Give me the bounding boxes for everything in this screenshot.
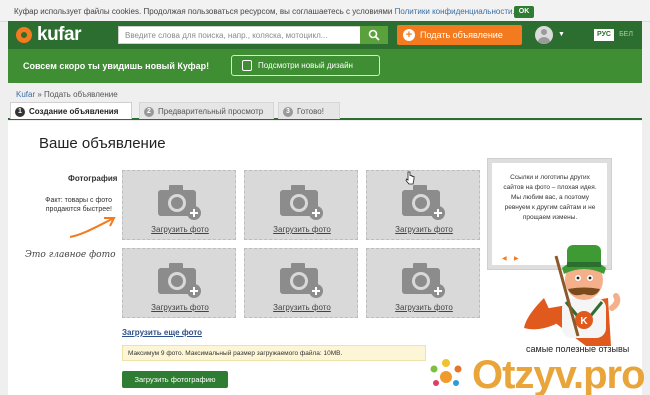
search-icon bbox=[368, 29, 380, 41]
step-create: 1 Создание объявления bbox=[10, 102, 132, 119]
photo-upload-slot[interactable]: Загрузить фото bbox=[244, 170, 358, 240]
tip-prev-button[interactable]: ◀ bbox=[502, 255, 507, 262]
photo-upload-slot[interactable]: Загрузить фото bbox=[366, 170, 480, 240]
step-number: 3 bbox=[283, 107, 293, 117]
main-photo-note: Это главное фото bbox=[25, 250, 116, 260]
photo-upload-slot[interactable]: Загрузить фото bbox=[244, 248, 358, 318]
photo-upload-slot[interactable]: Загрузить фото bbox=[122, 248, 236, 318]
watermark-name: Otzyv.pro bbox=[472, 353, 646, 395]
upload-photo-link[interactable]: Загрузить фото bbox=[367, 303, 481, 312]
post-ad-label: Подать объявление bbox=[420, 30, 503, 40]
step-number: 2 bbox=[144, 107, 154, 117]
camera-icon bbox=[158, 263, 201, 298]
step-number: 1 bbox=[15, 107, 25, 117]
tip-text: Ссылки и логотипы других сайтов на фото … bbox=[503, 174, 597, 221]
plus-icon: + bbox=[403, 29, 415, 41]
camera-icon bbox=[402, 185, 445, 220]
new-design-label: Подсмотри новый дизайн bbox=[258, 61, 353, 70]
camera-icon bbox=[158, 185, 201, 220]
sparkle-logo-icon bbox=[430, 359, 462, 386]
lang-ru-button[interactable]: РУС bbox=[594, 29, 614, 41]
ad-form: Ваше объявление Фотография Факт: товары … bbox=[8, 121, 646, 395]
progress-steps: 1 Создание объявления 2 Предварительный … bbox=[8, 101, 642, 120]
upload-more-link[interactable]: Загрузить еще фото bbox=[122, 328, 202, 337]
photo-fact-text: Факт: товары с фото продаются быстрее! bbox=[45, 197, 112, 213]
new-design-button[interactable]: Подсмотри новый дизайн bbox=[231, 55, 380, 76]
chevron-down-icon[interactable]: ▼ bbox=[558, 31, 565, 38]
arrow-icon bbox=[69, 217, 116, 238]
banner-message: Совсем скоро ты увидишь новый Куфар! bbox=[23, 61, 210, 71]
photo-upload-slot[interactable]: Загрузить фото bbox=[366, 248, 480, 318]
breadcrumb-current: Подать объявление bbox=[44, 90, 118, 99]
svg-text:K: K bbox=[580, 316, 588, 327]
upload-photo-link[interactable]: Загрузить фото bbox=[123, 303, 237, 312]
photo-upload-slot[interactable]: Загрузить фото bbox=[122, 170, 236, 240]
lang-by-button[interactable]: БЕЛ bbox=[616, 29, 636, 41]
breadcrumb-home-link[interactable]: Kufar bbox=[16, 90, 35, 99]
kufar-logo-icon[interactable] bbox=[16, 27, 32, 43]
camera-icon bbox=[280, 263, 323, 298]
tablet-icon bbox=[242, 60, 252, 71]
user-avatar[interactable] bbox=[535, 26, 553, 44]
step-label: Создание объявления bbox=[29, 107, 119, 116]
post-ad-button[interactable]: + Подать объявление bbox=[397, 25, 522, 45]
otzyv-watermark: Otzyv.pro bbox=[426, 353, 650, 395]
cookie-notice: Куфар использует файлы cookies. Продолжа… bbox=[0, 0, 650, 22]
camera-icon bbox=[280, 185, 323, 220]
mouse-cursor-icon bbox=[405, 171, 415, 185]
upload-photo-link[interactable]: Загрузить фото bbox=[245, 225, 359, 234]
upload-photo-link[interactable]: Загрузить фото bbox=[123, 225, 237, 234]
new-design-banner: Совсем скоро ты увидишь новый Куфар! Под… bbox=[8, 49, 642, 83]
search-input[interactable]: Введите слова для поиска, напр., коляска… bbox=[118, 26, 361, 44]
step-label: Предварительный просмотр bbox=[158, 107, 264, 116]
upload-photo-link[interactable]: Загрузить фото bbox=[245, 303, 359, 312]
breadcrumb-separator: » bbox=[37, 90, 42, 99]
page-title: Ваше объявление bbox=[39, 135, 166, 152]
step-done: 3 Готово! bbox=[278, 102, 340, 119]
upload-photo-link[interactable]: Загрузить фото bbox=[367, 225, 481, 234]
privacy-policy-link[interactable]: Политики конфиденциальности. bbox=[395, 7, 515, 16]
step-label: Готово! bbox=[297, 107, 324, 116]
photos-label: Фотография bbox=[68, 174, 118, 183]
search-button[interactable] bbox=[360, 26, 388, 44]
camera-icon bbox=[402, 263, 445, 298]
upload-photo-button[interactable]: Загрузить фотографию bbox=[122, 371, 228, 388]
upload-limit-note: Максимум 9 фото. Максимальный размер заг… bbox=[122, 345, 426, 361]
cookie-ok-button[interactable]: OK bbox=[514, 6, 534, 18]
brand-logo-text[interactable]: kufar bbox=[37, 24, 81, 46]
site-header: kufar Введите слова для поиска, напр., к… bbox=[8, 21, 642, 49]
mascot-image: K bbox=[524, 245, 621, 346]
step-preview: 2 Предварительный просмотр bbox=[139, 102, 274, 119]
cookie-text: Куфар использует файлы cookies. Продолжа… bbox=[14, 7, 515, 16]
breadcrumb: Kufar » Подать объявление bbox=[16, 90, 118, 99]
